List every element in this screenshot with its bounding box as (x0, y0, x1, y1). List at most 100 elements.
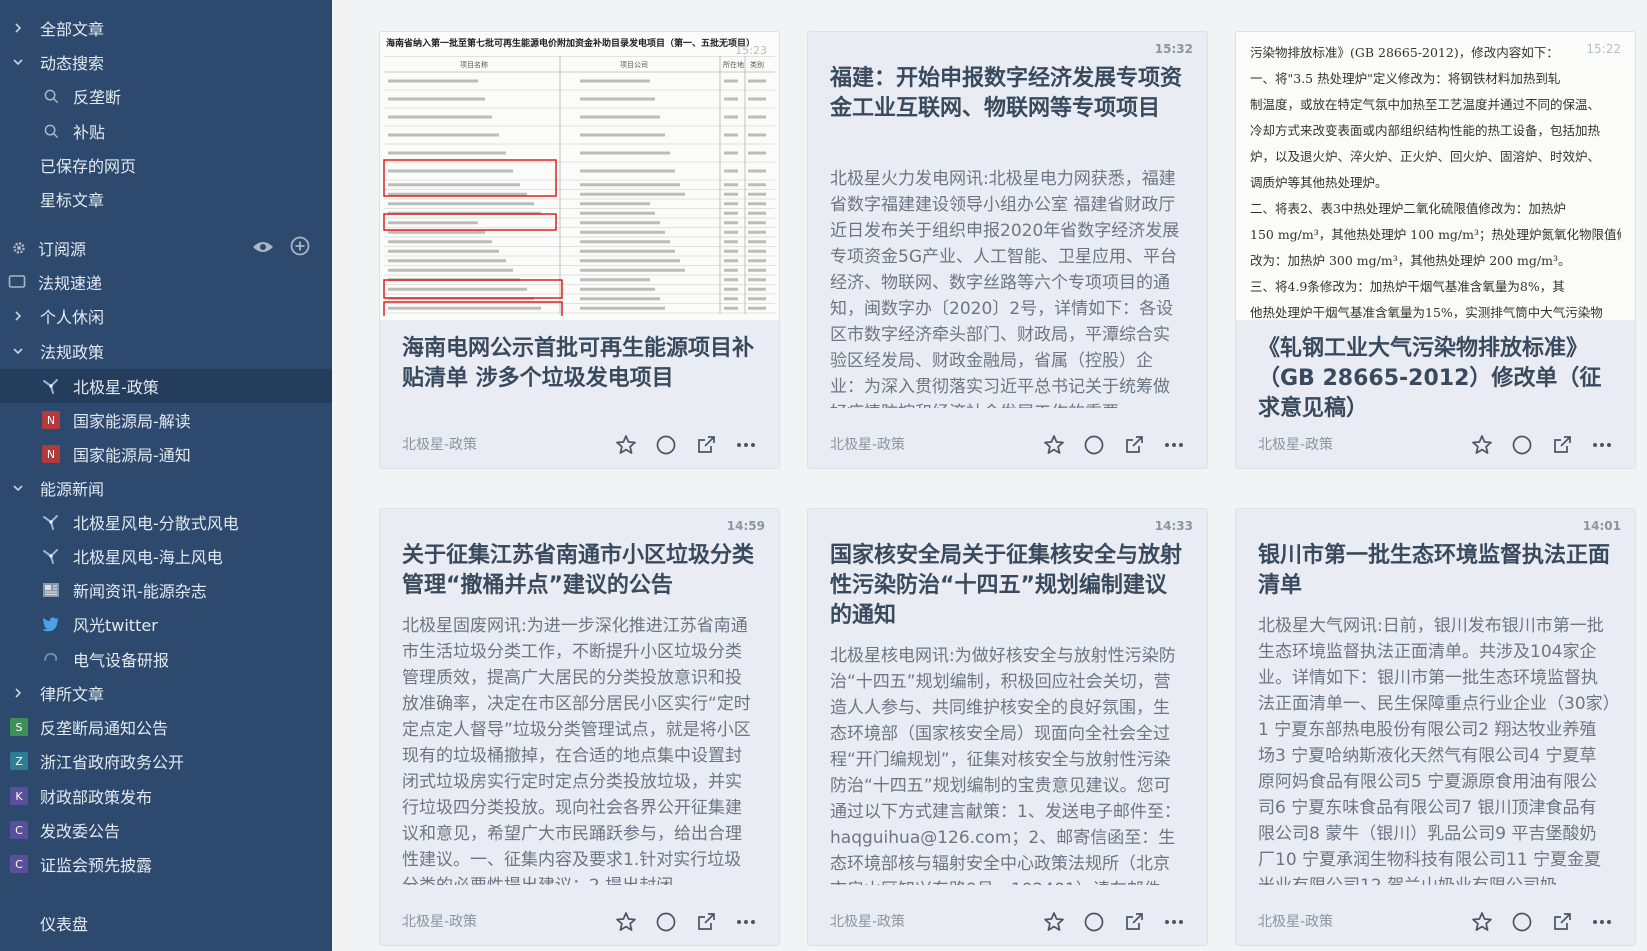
more-icon[interactable] (1163, 434, 1185, 456)
sidebar-item-all-articles[interactable]: 全部文章 (0, 12, 332, 44)
sidebar-item-dashboard[interactable]: 仪表盘 (0, 907, 332, 939)
star-icon[interactable] (615, 911, 637, 933)
open-external-icon[interactable] (695, 434, 717, 456)
article-title[interactable]: 银川市第一批生态环境监督执法正面清单 (1258, 541, 1613, 601)
mark-read-circle-icon[interactable] (655, 434, 677, 456)
sidebar-item-saved-pages[interactable]: 已保存的网页 (0, 149, 332, 181)
more-icon[interactable] (1591, 434, 1613, 456)
image-table-cell-text (580, 249, 675, 253)
open-external-icon[interactable] (695, 911, 717, 933)
sidebar-item-energy-magazine[interactable]: 新闻资讯-能源杂志 (0, 574, 332, 606)
sidebar-item-law-firms[interactable]: 律所文章 (0, 677, 332, 709)
wind-turbine-icon (42, 377, 60, 395)
image-document-line: 三、将4.9条修改为：加热炉干烟气基准含氧量为8%，其 (1250, 279, 1565, 294)
image-table-cell-text (724, 306, 738, 310)
sidebar-item-policy[interactable]: 法规政策 (0, 335, 332, 367)
sidebar-item-bjx-offshore-wind[interactable]: 北极星风电-海上风电 (0, 540, 332, 572)
more-icon[interactable] (1591, 911, 1613, 933)
sidebar-item-mof-policy[interactable]: K 财政部政策发布 (0, 780, 332, 812)
open-external-icon[interactable] (1551, 434, 1573, 456)
article-actions (1471, 434, 1613, 456)
article-title[interactable]: 关于征集江苏省南通市小区垃圾分类管理“撤桶并点”建议的公告 (402, 541, 757, 601)
add-circle-icon[interactable] (290, 236, 310, 260)
article-title[interactable]: 国家核安全局关于征集核安全与放射性污染防治“十四五”规划编制建议的通知 (830, 541, 1185, 631)
z-badge-icon: Z (10, 752, 28, 770)
mark-read-circle-icon[interactable] (1083, 911, 1105, 933)
article-actions (615, 434, 757, 456)
chevron-down-icon[interactable] (12, 482, 24, 494)
image-table-cell-text (748, 306, 766, 310)
image-table-cell-text (580, 230, 665, 234)
sidebar-item-bjx-distributed-wind[interactable]: 北极星风电-分散式风电 (0, 506, 332, 538)
image-table-cell-text (748, 259, 766, 263)
sidebar-item-label: 个人休闲 (40, 308, 105, 327)
sidebar-item-zhejiang-gov[interactable]: Z 浙江省政府政务公开 (0, 745, 332, 777)
sidebar-item-dynamic-search[interactable]: 动态搜索 (0, 46, 332, 78)
article-card[interactable]: 14:59 关于征集江苏省南通市小区垃圾分类管理“撤桶并点”建议的公告 北极星固… (379, 508, 780, 946)
sidebar-item-twitter[interactable]: 风光twitter (0, 608, 332, 640)
image-table-cell-text (748, 202, 766, 206)
mark-read-circle-icon[interactable] (1083, 434, 1105, 456)
chevron-down-icon[interactable] (12, 56, 24, 68)
sidebar-item-nea-notice[interactable]: N 国家能源局-通知 (0, 438, 332, 470)
chevron-down-icon[interactable] (12, 345, 24, 357)
article-time: 14:33 (1154, 519, 1193, 533)
image-table-cell-text (724, 287, 738, 291)
sidebar-item-ndrc-notice[interactable]: C 发改委公告 (0, 814, 332, 846)
mark-read-circle-icon[interactable] (1511, 911, 1533, 933)
star-icon[interactable] (1043, 434, 1065, 456)
article-title[interactable]: 《轧钢工业大气污染物排放标准》（GB 28665-2012）修改单（征求意见稿） (1258, 334, 1613, 420)
mark-read-circle-icon[interactable] (655, 911, 677, 933)
sidebar-item-feeds[interactable]: 订阅源 (0, 232, 332, 264)
sidebar-item-subsidy[interactable]: 补贴 (0, 115, 332, 147)
eye-icon[interactable] (252, 239, 274, 258)
more-icon[interactable] (735, 434, 757, 456)
tablet-icon (8, 273, 26, 291)
sidebar-item-bjx-policy[interactable]: 北极星-政策 (0, 369, 332, 403)
sidebar-item-label: 反垄断 (73, 88, 122, 107)
mark-read-circle-icon[interactable] (1511, 434, 1533, 456)
open-external-icon[interactable] (1123, 911, 1145, 933)
open-external-icon[interactable] (1551, 911, 1573, 933)
article-card[interactable]: 15:32 福建：开始申报数字经济发展专项资金工业互联网、物联网等专项项目 北极… (807, 31, 1208, 469)
n-badge-icon: N (42, 411, 60, 429)
image-table-cell-text (580, 97, 655, 101)
image-document-line: 一、将"3.5 热处理炉"定义修改为：将钢铁材料加热到轧 (1250, 71, 1561, 86)
chevron-right-icon[interactable] (12, 310, 24, 322)
image-table-cell-text (748, 268, 766, 272)
more-icon[interactable] (735, 911, 757, 933)
sidebar-item-antitrust-notices[interactable]: S 反垄断局通知公告 (0, 711, 332, 743)
image-table-cell-text (724, 297, 738, 301)
sidebar-item-regulations-express[interactable]: 法规速递 (0, 266, 332, 298)
article-actions (615, 911, 757, 933)
chevron-right-icon[interactable] (12, 687, 24, 699)
article-card[interactable]: 海南省纳入第一批至第七批可再生能源电价附加资金补助目录发电项目（第一、五批无项目… (379, 31, 780, 469)
article-title[interactable]: 福建：开始申报数字经济发展专项资金工业互联网、物联网等专项项目 (830, 64, 1185, 154)
sidebar-item-antitrust[interactable]: 反垄断 (0, 80, 332, 112)
more-icon[interactable] (1163, 911, 1185, 933)
open-external-icon[interactable] (1123, 434, 1145, 456)
twitter-bird-icon (42, 615, 60, 633)
article-card[interactable]: 14:33 国家核安全局关于征集核安全与放射性污染防治“十四五”规划编制建议的通… (807, 508, 1208, 946)
sidebar-item-label: 律所文章 (40, 685, 105, 704)
sidebar-item-label: 财政部政策发布 (40, 788, 153, 807)
article-title[interactable]: 海南电网公示首批可再生能源项目补贴清单 涉多个垃圾发电项目 (402, 334, 757, 394)
sidebar-item-label: 法规速递 (38, 274, 103, 293)
star-icon[interactable] (1471, 911, 1493, 933)
star-icon[interactable] (615, 434, 637, 456)
sidebar-item-label: 全部文章 (40, 20, 105, 39)
sidebar-item-starred[interactable]: 星标文章 (0, 183, 332, 215)
sidebar-item-energy-news[interactable]: 能源新闻 (0, 472, 332, 504)
image-table-cell-text (748, 287, 766, 291)
sidebar-item-equipment-research[interactable]: 电气设备研报 (0, 643, 332, 675)
article-snippet: 北极星固废网讯:为进一步深化推进江苏省南通市生活垃圾分类工作，不断提升小区垃圾分… (402, 616, 751, 885)
gear-icon[interactable] (10, 239, 28, 257)
sidebar-item-nea-interpretation[interactable]: N 国家能源局-解读 (0, 404, 332, 436)
sidebar-item-csrc-disclosure[interactable]: C 证监会预先披露 (0, 848, 332, 880)
article-card[interactable]: 污染物排放标准》(GB 28665-2012)，修改内容如下： 一、将"3.5 热… (1235, 31, 1636, 469)
sidebar-item-leisure[interactable]: 个人休闲 (0, 300, 332, 332)
star-icon[interactable] (1043, 911, 1065, 933)
article-card[interactable]: 14:01 银川市第一批生态环境监督执法正面清单 北极星大气网讯:日前，银川发布… (1235, 508, 1636, 946)
chevron-right-icon[interactable] (12, 22, 24, 34)
star-icon[interactable] (1471, 434, 1493, 456)
